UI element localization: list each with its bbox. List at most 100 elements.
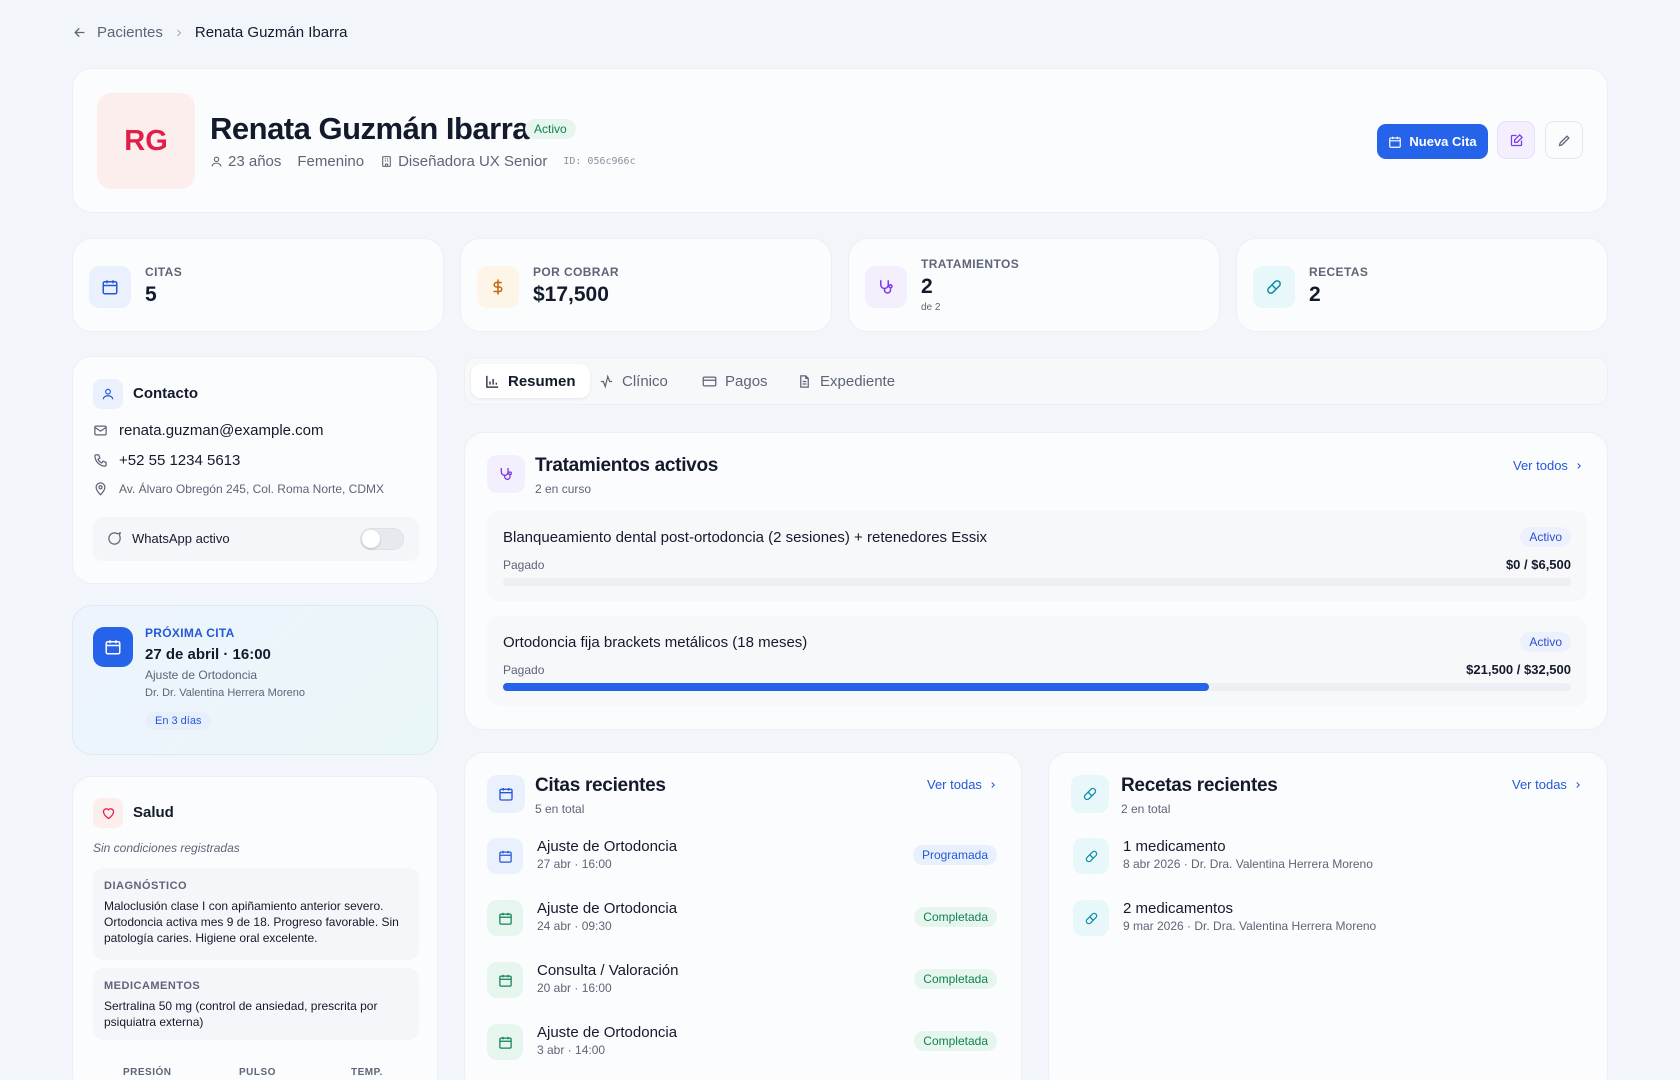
map-pin-icon bbox=[93, 481, 108, 496]
contact-title: Contacto bbox=[133, 385, 198, 402]
patient-header-card: RG Renata Guzmán Ibarra Activo 23 años F… bbox=[72, 68, 1608, 213]
user-icon bbox=[101, 387, 115, 401]
contact-phone: +52 55 1234 5613 bbox=[119, 452, 241, 469]
stat-card-recetas: RECETAS 2 bbox=[1236, 238, 1608, 332]
stat-card-por-cobrar: POR COBRAR $17,500 bbox=[460, 238, 832, 332]
contact-address-row: Av. Álvaro Obregón 245, Col. Roma Norte,… bbox=[93, 481, 384, 496]
appointment-row[interactable]: Consulta / Valoración 20 abr · 16:00 Com… bbox=[487, 957, 1001, 1003]
appointment-icon-box bbox=[487, 900, 523, 936]
appointment-when: 27 abr · 16:00 bbox=[537, 857, 612, 871]
edit-square-icon bbox=[1509, 133, 1524, 148]
whatsapp-row: WhatsApp activo bbox=[93, 517, 419, 561]
next-appointment-card[interactable]: PRÓXIMA CITA 27 de abril · 16:00 Ajuste … bbox=[72, 605, 438, 755]
appointments-see-all-link[interactable]: Ver todas bbox=[927, 777, 998, 792]
calendar-icon bbox=[498, 849, 513, 864]
tab-label: Expediente bbox=[820, 372, 896, 390]
contact-icon-box bbox=[93, 379, 123, 409]
treatment-name: Ortodoncia fija brackets metálicos (18 m… bbox=[503, 634, 808, 651]
appointment-name: Ajuste de Ortodoncia bbox=[537, 900, 678, 917]
prescription-row[interactable]: 1 medicamento 8 abr 2026 · Dr. Dra. Vale… bbox=[1071, 833, 1587, 879]
stat-value: 2 bbox=[1309, 283, 1321, 306]
edit-notes-button[interactable] bbox=[1497, 121, 1535, 159]
stethoscope-icon bbox=[877, 278, 895, 296]
appointment-name: Ajuste de Ortodoncia bbox=[537, 838, 678, 855]
appointment-row[interactable]: Ajuste de Ortodoncia 3 abr · 14:00 Compl… bbox=[487, 1019, 1001, 1065]
tab-pagos[interactable]: Pagos bbox=[688, 364, 782, 398]
whatsapp-label: WhatsApp activo bbox=[132, 531, 230, 546]
pill-icon bbox=[1084, 911, 1099, 926]
chevron-right-icon bbox=[1573, 780, 1583, 790]
tab-clinico[interactable]: Clínico bbox=[585, 364, 682, 398]
appointment-row[interactable]: Ajuste de Ortodoncia 27 abr · 16:00 Prog… bbox=[487, 833, 1001, 879]
stat-label: RECETAS bbox=[1309, 265, 1369, 279]
appointments-title: Citas recientes bbox=[535, 775, 666, 796]
stat-value: $17,500 bbox=[533, 283, 609, 306]
link-label: Ver todas bbox=[927, 777, 982, 792]
appointment-row[interactable]: Ajuste de Ortodoncia 24 abr · 09:30 Comp… bbox=[487, 895, 1001, 941]
calendar-icon bbox=[498, 1035, 513, 1050]
stat-value: 5 bbox=[145, 283, 157, 306]
stethoscope-icon bbox=[498, 466, 514, 482]
tab-label: Pagos bbox=[725, 372, 768, 390]
prescription-icon-box bbox=[1073, 900, 1109, 936]
appointment-when: 24 abr · 09:30 bbox=[537, 919, 612, 933]
breadcrumb-parent-link[interactable]: Pacientes bbox=[97, 24, 163, 41]
calendar-icon bbox=[104, 638, 122, 656]
prescription-name: 1 medicamento bbox=[1123, 838, 1226, 855]
appointments-icon-box bbox=[487, 775, 525, 813]
stat-label: TRATAMIENTOS bbox=[921, 257, 1020, 271]
treatments-see-all-link[interactable]: Ver todos bbox=[1513, 458, 1584, 473]
stat-card-tratamientos: TRATAMIENTOS 2 de 2 bbox=[848, 238, 1220, 332]
treatment-item[interactable]: Blanqueamiento dental post-ortodoncia (2… bbox=[487, 511, 1587, 601]
prescription-meta: 8 abr 2026 · Dr. Dra. Valentina Herrera … bbox=[1123, 857, 1373, 871]
treatment-status-badge: Activo bbox=[1520, 527, 1571, 547]
breadcrumb: Pacientes Renata Guzmán Ibarra bbox=[72, 24, 347, 41]
treatments-card: Tratamientos activos 2 en curso Ver todo… bbox=[464, 432, 1608, 730]
diagnosis-text: Maloclusión clase I con apiñamiento ante… bbox=[104, 899, 399, 945]
mail-icon bbox=[93, 423, 108, 438]
treatment-progress-track bbox=[503, 578, 1571, 586]
chevron-right-icon bbox=[1574, 461, 1584, 471]
prescriptions-see-all-link[interactable]: Ver todas bbox=[1512, 777, 1583, 792]
whatsapp-toggle[interactable] bbox=[360, 528, 404, 550]
pill-icon bbox=[1265, 278, 1283, 296]
tab-resumen[interactable]: Resumen bbox=[471, 364, 590, 398]
user-icon bbox=[210, 155, 223, 168]
new-appointment-button[interactable]: Nueva Cita bbox=[1377, 124, 1488, 159]
next-appointment-doctor: Dr. Dr. Valentina Herrera Moreno bbox=[145, 687, 305, 699]
breadcrumb-current: Renata Guzmán Ibarra bbox=[194, 24, 348, 41]
calendar-icon bbox=[498, 911, 513, 926]
prescriptions-title: Recetas recientes bbox=[1121, 775, 1278, 796]
new-appointment-label: Nueva Cita bbox=[1409, 134, 1477, 149]
prescription-row[interactable]: 2 medicamentos 9 mar 2026 · Dr. Dra. Val… bbox=[1071, 895, 1587, 941]
heart-icon bbox=[101, 806, 116, 821]
toggle-knob bbox=[362, 530, 380, 548]
credit-card-icon bbox=[702, 374, 717, 389]
link-label: Ver todas bbox=[1512, 777, 1567, 792]
arrow-left-icon[interactable] bbox=[72, 25, 87, 40]
treatment-status-badge: Activo bbox=[1520, 632, 1571, 652]
tab-expediente[interactable]: Expediente bbox=[783, 364, 909, 398]
appointment-icon-box bbox=[487, 962, 523, 998]
patient-name: Renata Guzmán Ibarra bbox=[210, 111, 530, 146]
health-conditions: Sin condiciones registradas bbox=[93, 841, 240, 855]
appointment-icon-box bbox=[487, 1024, 523, 1060]
contact-email-row[interactable]: renata.guzman@example.com bbox=[93, 422, 324, 439]
appointment-status-badge: Programada bbox=[912, 845, 997, 865]
stat-icon-box bbox=[89, 266, 131, 308]
diagnosis-box: DIAGNÓSTICO Maloclusión clase I con apiñ… bbox=[93, 868, 419, 960]
patient-meta: 23 años Femenino Diseñadora UX Senior ID… bbox=[210, 153, 636, 170]
medications-label: MEDICAMENTOS bbox=[104, 980, 201, 992]
appointment-status-badge: Completada bbox=[914, 969, 997, 989]
calendar-icon bbox=[1388, 135, 1402, 149]
next-appointment-relative-badge: En 3 días bbox=[145, 712, 212, 730]
contact-phone-row[interactable]: +52 55 1234 5613 bbox=[93, 452, 240, 469]
treatments-subtitle: 2 en curso bbox=[535, 482, 592, 496]
calendar-icon bbox=[101, 278, 119, 296]
patient-id: ID: 056c966c bbox=[563, 156, 636, 167]
medications-box: MEDICAMENTOS Sertralina 50 mg (control d… bbox=[93, 968, 419, 1040]
stat-icon-box bbox=[1253, 266, 1295, 308]
edit-patient-button[interactable] bbox=[1545, 121, 1583, 159]
treatment-item[interactable]: Ortodoncia fija brackets metálicos (18 m… bbox=[487, 616, 1587, 706]
treatment-amount: $21,500 / $32,500 bbox=[1466, 662, 1571, 677]
